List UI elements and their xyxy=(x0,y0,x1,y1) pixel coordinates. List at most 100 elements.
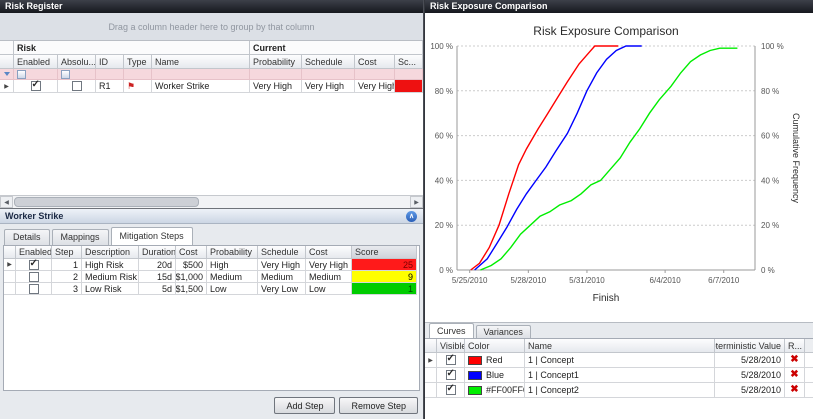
row-selector-cell xyxy=(425,383,437,398)
curve-color-cell[interactable]: #FF00FF00 xyxy=(465,383,525,398)
scrollbar-track[interactable] xyxy=(13,196,410,208)
column-header-schedule[interactable]: Schedule xyxy=(258,246,306,259)
filter-cell-schedule[interactable] xyxy=(302,69,355,80)
mitigation-row-2[interactable]: 2 Medium Risk 15d $1,000 Medium Medium M… xyxy=(4,271,419,283)
collapse-panel-button[interactable]: ∧ xyxy=(406,211,417,222)
column-header-description[interactable]: Description xyxy=(82,246,139,259)
curve-deterministic-value-cell: 5/28/2010 xyxy=(715,383,785,398)
row-selector-cell xyxy=(4,283,16,295)
row-selected-arrow-icon: ▶ xyxy=(4,83,9,90)
column-header-step[interactable]: Step xyxy=(52,246,82,259)
step-enabled-checkbox[interactable] xyxy=(29,284,39,294)
column-header-enabled[interactable]: Enabled xyxy=(14,55,58,69)
filter-row[interactable] xyxy=(0,69,423,80)
header-selector-cell xyxy=(425,339,437,353)
delete-curve-icon[interactable]: ✖ xyxy=(790,355,798,365)
column-header-cost[interactable]: Cost xyxy=(355,55,395,69)
column-header-score[interactable]: Sc... xyxy=(395,55,423,69)
mitigation-header-row: Enabled Step Description Duration Cost P… xyxy=(4,246,419,259)
column-header-id[interactable]: ID xyxy=(96,55,124,69)
column-header-color[interactable]: Color xyxy=(465,339,525,353)
risk-enabled-cell xyxy=(14,80,58,93)
column-header-deterministic-value[interactable]: Deterministic Value xyxy=(715,339,785,353)
column-header-score[interactable]: Score xyxy=(352,246,417,259)
detail-tab-strip: Details Mappings Mitigation Steps xyxy=(0,224,423,245)
curve-row-red[interactable]: ▶ Red 1 | Concept 5/28/2010 ✖ xyxy=(425,353,813,368)
step-probability-cell: High xyxy=(207,259,258,271)
column-header-name[interactable]: Name xyxy=(152,55,250,69)
tab-details[interactable]: Details xyxy=(4,229,50,245)
band-current[interactable]: Current xyxy=(250,41,423,55)
mitigation-row-1[interactable]: ▶ 1 High Risk 20d $500 High Very High Ve… xyxy=(4,259,419,271)
column-header-name[interactable]: Name xyxy=(525,339,715,353)
risk-flag-icon: ⚑ xyxy=(127,82,135,91)
filter-cell-cost[interactable] xyxy=(355,69,395,80)
svg-text:40 %: 40 % xyxy=(761,176,779,185)
band-header-row: Risk Current xyxy=(0,41,423,55)
filter-cell-name[interactable] xyxy=(152,69,250,80)
scroll-left-arrow-icon[interactable]: ◀ xyxy=(0,196,13,208)
band-risk[interactable]: Risk xyxy=(14,41,250,55)
column-header-remove[interactable]: R... xyxy=(785,339,805,353)
column-header-schedule[interactable]: Schedule xyxy=(302,55,355,69)
risk-id-cell: R1 xyxy=(96,80,124,93)
curve-name-cell: 1 | Concept1 xyxy=(525,368,715,383)
curve-row-green[interactable]: #FF00FF00 1 | Concept2 5/28/2010 ✖ xyxy=(425,383,813,398)
curve-visible-checkbox[interactable] xyxy=(446,370,456,380)
step-probability-cell: Low xyxy=(207,283,258,295)
column-header-probability[interactable]: Probability xyxy=(207,246,258,259)
scrollbar-thumb[interactable] xyxy=(14,197,199,207)
band-selector-cell xyxy=(0,41,14,55)
curves-tab-strip: Curves Variances xyxy=(425,322,813,338)
tab-mitigation-steps[interactable]: Mitigation Steps xyxy=(111,227,193,245)
filter-cell-score[interactable] xyxy=(395,69,423,80)
step-number-cell: 2 xyxy=(52,271,82,283)
filter-cell-type[interactable] xyxy=(124,69,152,80)
step-enabled-checkbox[interactable] xyxy=(29,260,39,270)
curve-name-cell: 1 | Concept xyxy=(525,353,715,368)
curve-name-cell: 1 | Concept2 xyxy=(525,383,715,398)
column-header-probability[interactable]: Probability xyxy=(250,55,302,69)
filter-cell-absolute[interactable] xyxy=(58,69,96,80)
svg-text:Finish: Finish xyxy=(593,293,620,304)
remove-step-button[interactable]: Remove Step xyxy=(339,397,418,414)
group-by-drop-area[interactable]: Drag a column header here to group by th… xyxy=(0,13,423,41)
column-header-absolute[interactable]: Absolu... xyxy=(58,55,96,69)
color-label: #FF00FF00 xyxy=(486,385,525,395)
curve-row-blue[interactable]: Blue 1 | Concept1 5/28/2010 ✖ xyxy=(425,368,813,383)
mitigation-row-3[interactable]: 3 Low Risk 5d $1,500 Low Very Low Low 1 xyxy=(4,283,419,295)
risk-row-worker-strike[interactable]: ▶ R1 ⚑ Worker Strike Very High Very High… xyxy=(0,80,423,93)
step-enabled-checkbox[interactable] xyxy=(29,272,39,282)
delete-curve-icon[interactable]: ✖ xyxy=(790,385,798,395)
column-header-cost[interactable]: Cost xyxy=(176,246,207,259)
step-description-cell: High Risk xyxy=(82,259,139,271)
column-header-cost-impact[interactable]: Cost xyxy=(306,246,352,259)
horizontal-scrollbar[interactable]: ◀ ▶ xyxy=(0,195,423,208)
curve-color-cell[interactable]: Red xyxy=(465,353,525,368)
risk-enabled-checkbox[interactable] xyxy=(31,81,41,91)
curve-visible-checkbox[interactable] xyxy=(446,355,456,365)
risk-absolute-checkbox[interactable] xyxy=(72,81,82,91)
delete-curve-icon[interactable]: ✖ xyxy=(790,370,798,380)
column-header-type[interactable]: Type xyxy=(124,55,152,69)
funnel-icon xyxy=(4,72,10,76)
color-swatch xyxy=(468,386,482,395)
tab-curves[interactable]: Curves xyxy=(429,323,474,338)
column-header-visible[interactable]: Visible xyxy=(437,339,465,353)
scroll-right-arrow-icon[interactable]: ▶ xyxy=(410,196,423,208)
curve-visible-cell xyxy=(437,353,465,368)
filter-cell-probability[interactable] xyxy=(250,69,302,80)
svg-text:Risk Exposure Comparison: Risk Exposure Comparison xyxy=(533,24,678,38)
step-enabled-cell xyxy=(16,271,52,283)
curve-visible-cell xyxy=(437,383,465,398)
tab-variances[interactable]: Variances xyxy=(476,325,531,338)
curve-color-cell[interactable]: Blue xyxy=(465,368,525,383)
tab-mappings[interactable]: Mappings xyxy=(52,229,109,245)
filter-cell-enabled[interactable] xyxy=(14,69,58,80)
curve-visible-checkbox[interactable] xyxy=(446,385,456,395)
column-header-duration[interactable]: Duration xyxy=(139,246,176,259)
add-step-button[interactable]: Add Step xyxy=(274,397,335,414)
chart-area: Risk Exposure Comparison0 %0 %20 %20 %40… xyxy=(425,13,813,322)
filter-cell-id[interactable] xyxy=(96,69,124,80)
column-header-enabled[interactable]: Enabled xyxy=(16,246,52,259)
